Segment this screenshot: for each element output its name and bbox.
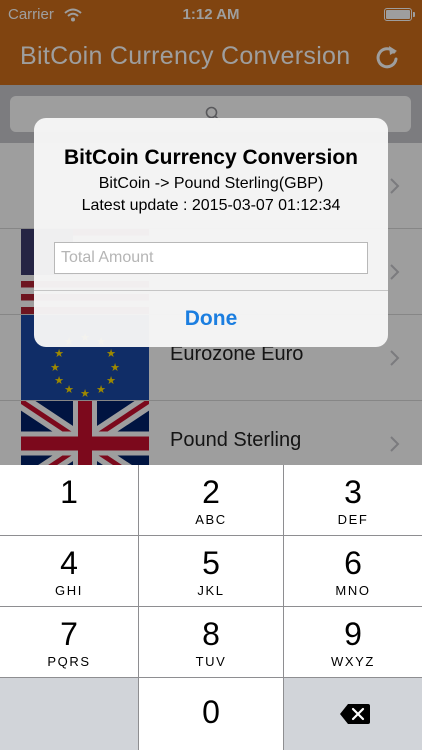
- total-amount-input[interactable]: [54, 242, 368, 274]
- key-2[interactable]: 2 ABC: [139, 465, 283, 535]
- key-7[interactable]: 7 PQRS: [0, 607, 138, 677]
- app-screen: Carrier 1:12 AM BitCoin Currency Convers…: [0, 0, 422, 750]
- blank-key: [0, 678, 138, 750]
- latest-update-label: Latest update : 2015-03-07 01:12:34: [81, 197, 341, 214]
- key-5[interactable]: 5 JKL: [139, 536, 283, 606]
- key-4[interactable]: 4 GHI: [0, 536, 138, 606]
- delete-button[interactable]: [284, 678, 422, 750]
- conversion-alert: BitCoin Currency Conversion BitCoin -> P…: [34, 118, 388, 347]
- alert-title: BitCoin Currency Conversion: [63, 146, 359, 169]
- key-1[interactable]: 1: [0, 465, 138, 535]
- key-0[interactable]: 0: [139, 678, 283, 750]
- conversion-pair-label: BitCoin -> Pound Sterling(GBP): [98, 175, 324, 192]
- done-button[interactable]: Done: [34, 291, 388, 347]
- backspace-icon: [340, 704, 370, 724]
- key-3[interactable]: 3 DEF: [284, 465, 422, 535]
- key-8[interactable]: 8 TUV: [139, 607, 283, 677]
- key-9[interactable]: 9 WXYZ: [284, 607, 422, 677]
- key-6[interactable]: 6 MNO: [284, 536, 422, 606]
- numeric-keypad: 1 2 ABC 3 DEF 4 GHI 5 JKL 6 MNO 7 PQRS 8…: [0, 465, 422, 750]
